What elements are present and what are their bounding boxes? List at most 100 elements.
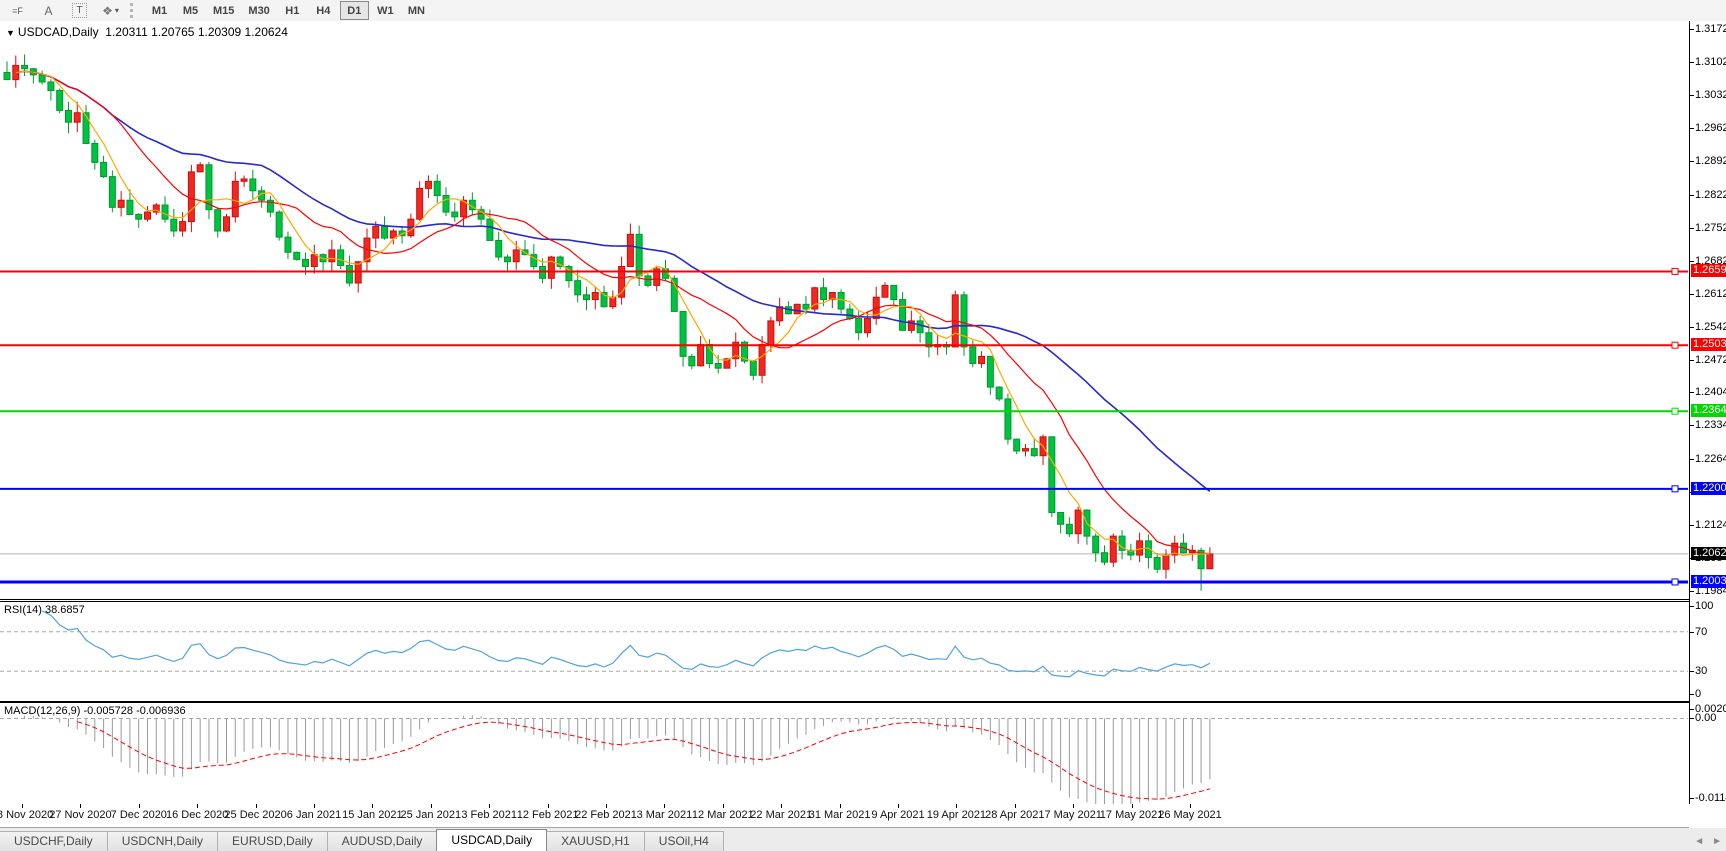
timeframe-w1-button[interactable]: W1 [371, 1, 400, 20]
date-label: 28 Apr 2021 [985, 809, 1045, 821]
tab-usdcnh[interactable]: USDCNH,Daily [106, 831, 219, 851]
date-tick [898, 804, 899, 808]
date-tick [22, 804, 23, 808]
price-line-badge: 1.26595 [1691, 264, 1726, 278]
rsi-scale-label: 70 [1690, 626, 1707, 638]
ma-mid-line[interactable] [15, 70, 1210, 555]
rsi-scale-label: 30 [1690, 665, 1707, 677]
price-tick: 1.22640 [1690, 453, 1726, 465]
timeframes-toolbar: M1 M5 M15 M30 H1 H4 D1 W1 MN [144, 1, 432, 20]
ma-slow-line[interactable] [15, 70, 1211, 493]
price-chart-panel[interactable]: ▼ USDCAD,Daily 1.20311 1.20765 1.20309 1.… [0, 21, 1689, 600]
macd-label: MACD(12,26,9) -0.005728 -0.006936 [4, 705, 186, 717]
candles[interactable] [3, 54, 1214, 591]
timeframe-m15-button[interactable]: M15 [207, 1, 240, 20]
timeframe-m1-button[interactable]: M1 [145, 1, 174, 20]
date-label: 12 Mar 2021 [691, 809, 754, 821]
tab-usdcad[interactable]: USDCAD,Daily [436, 829, 548, 851]
fibonacci-tool-button[interactable]: ≡ F [3, 1, 32, 20]
date-tick [547, 804, 549, 808]
date-tick [781, 804, 783, 808]
timeframe-h1-button[interactable]: H1 [278, 1, 307, 20]
price-tick: 1.21240 [1690, 519, 1726, 531]
text-tool-button[interactable]: A [34, 1, 63, 20]
tab-audusd[interactable]: AUDUSD,Daily [326, 831, 438, 851]
timeframe-d1-button[interactable]: D1 [339, 1, 369, 20]
date-tick [606, 804, 607, 808]
price-tick: 1.23340 [1690, 419, 1726, 431]
tab-xauusd[interactable]: XAUUSD,H1 [546, 831, 645, 851]
macd-signal-line [77, 721, 1210, 800]
symbol-period-label: USDCAD,Daily [17, 25, 99, 39]
rsi-panel[interactable]: RSI(14) 38.6857 [0, 601, 1689, 702]
price-axis[interactable]: 1.31720 1.31020 1.30320 1.29620 1.28920 1.282… [1689, 21, 1726, 804]
date-label: 17 May 2021 [1099, 809, 1164, 821]
tab-eurusd[interactable]: EURUSD,Daily [217, 831, 328, 851]
tab-usdchf[interactable]: USDCHF,Daily [0, 831, 108, 851]
price-tick: 1.24040 [1690, 386, 1726, 398]
ma-fast-line[interactable] [15, 70, 1210, 557]
rsi-label: RSI(14) 38.6857 [4, 604, 85, 616]
date-label: 22 Mar 2021 [750, 809, 813, 821]
rsi-scale-label: 100 [1690, 600, 1713, 612]
tab-usoil[interactable]: USOil,H4 [643, 831, 724, 851]
toolbar-grip[interactable] [130, 3, 140, 18]
date-axis[interactable]: 18 Nov 202027 Nov 20207 Dec 202016 Dec 2… [0, 804, 1689, 828]
date-label: 6 Jan 2021 [286, 809, 342, 821]
tab-scroll-right-icon[interactable]: ► [1712, 836, 1722, 847]
rsi-plot[interactable] [0, 602, 1688, 701]
rsi-line [41, 610, 1211, 678]
date-tick [1073, 804, 1075, 808]
date-tick [839, 804, 841, 808]
text-label-icon: T [72, 3, 87, 18]
current-price-badge: 1.20624 [1691, 546, 1726, 560]
price-line-badge: 1.22000 [1691, 481, 1726, 495]
mt4-window: ≡ F A T ❖ ▾ M1 M5 M15 M30 H1 H4 D1 W1 MN ▼ USDCAD,Dail… [0, 0, 1726, 851]
timeframe-m5-button[interactable]: M5 [176, 1, 205, 20]
date-label: 3 Mar 2021 [636, 809, 693, 821]
chart-title: ▼ USDCAD,Daily 1.20311 1.20765 1.20309 1.… [6, 25, 288, 39]
date-tick [314, 804, 315, 808]
date-tick [489, 804, 491, 808]
candlestick-chart[interactable] [0, 21, 1688, 598]
date-label: 16 Dec 2020 [165, 809, 229, 821]
arrows-tool-button[interactable]: ❖ ▾ [96, 1, 125, 20]
macd-panel[interactable]: MACD(12,26,9) -0.005728 -0.006936 [0, 702, 1689, 805]
date-label: 7 Dec 2020 [110, 809, 167, 821]
line-handle[interactable] [1671, 341, 1679, 349]
price-line-badge: 1.23641 [1691, 404, 1726, 418]
date-label: 22 Feb 2021 [575, 809, 637, 821]
chevron-down-icon: ▾ [114, 6, 119, 15]
date-label: 19 Apr 2021 [926, 809, 987, 821]
date-label: 9 Apr 2021 [871, 809, 925, 821]
date-label: 26 May 2021 [1158, 809, 1222, 821]
date-label: 31 Mar 2021 [808, 809, 871, 821]
chart-tab-bar: USDCHF,Daily USDCNH,Daily EURUSD,Daily AUDU… [0, 828, 1726, 851]
tab-scroll-left-icon[interactable]: ◄ [1694, 836, 1704, 847]
line-handle[interactable] [1671, 578, 1679, 586]
date-tick [138, 804, 140, 808]
date-tick [80, 804, 82, 808]
timeframe-h4-button[interactable]: H4 [309, 1, 338, 20]
line-handle[interactable] [1671, 485, 1679, 493]
price-tick: 1.27520 [1690, 222, 1726, 234]
timeframe-mn-button[interactable]: MN [402, 1, 431, 20]
text-label-tool-button[interactable]: T [65, 1, 94, 20]
date-tick [956, 804, 958, 808]
price-tick: 1.31020 [1690, 56, 1726, 68]
price-tick: 1.24720 [1690, 354, 1726, 366]
date-label: 7 May 2021 [1044, 809, 1102, 821]
price-tick: 1.26120 [1690, 288, 1726, 300]
date-label: 12 Feb 2021 [516, 809, 579, 821]
date-tick [197, 804, 199, 808]
timeframe-m30-button[interactable]: M30 [242, 1, 275, 20]
date-tick [255, 804, 257, 808]
date-tick [430, 804, 432, 808]
line-handle[interactable] [1671, 267, 1679, 275]
date-label: 18 Nov 2020 [0, 809, 54, 821]
collapse-icon[interactable]: ▼ [6, 28, 15, 38]
line-handle[interactable] [1671, 407, 1679, 415]
price-line-badge: 1.25036 [1691, 338, 1726, 352]
macd-plot[interactable] [0, 703, 1688, 804]
price-tick: 1.31720 [1690, 23, 1726, 35]
